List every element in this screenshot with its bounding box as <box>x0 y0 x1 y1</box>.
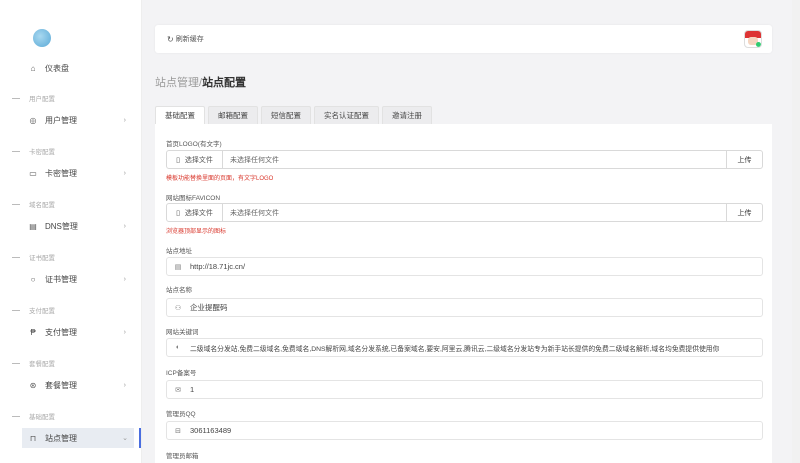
calendar-icon: ▤ <box>29 221 37 231</box>
file-icon: ▯ <box>176 156 180 164</box>
section-card-config: 卡密配置 <box>12 146 55 156</box>
site-name-label: 站点名称 <box>166 287 192 294</box>
sidebar-item-certs[interactable]: ○ 证书管理 › <box>28 269 132 289</box>
circle-icon: ○ <box>30 274 36 284</box>
logo-upload-button[interactable]: 上传 <box>726 151 762 168</box>
sidebar-item-site[interactable]: ⊓ 站点管理 ⌄ <box>22 428 134 448</box>
favicon-file-status: 未选择任何文件 <box>230 209 279 217</box>
chevron-down-icon: ⌄ <box>122 435 128 442</box>
chevron-right-icon: › <box>123 116 126 124</box>
settings-panel: 首页LOGO(有文字) ▯ 选择文件 未选择任何文件 上传 模板功能替换里面的页… <box>155 124 772 463</box>
breadcrumb: 站点管理/站点配置 <box>155 74 246 90</box>
logo-file-input: ▯ 选择文件 未选择任何文件 上传 <box>166 150 763 169</box>
tab-bar: 基础配置 邮箱配置 短信配置 实名认证配置 邀请注册 <box>155 106 435 124</box>
mail-icon: ✉ <box>175 386 181 394</box>
section-cert-config: 证书配置 <box>12 252 55 262</box>
sidebar-item-payments[interactable]: ₱ 支付管理 › <box>28 322 132 342</box>
chevron-right-icon: › <box>123 381 126 389</box>
email-label: 管理员邮箱 <box>166 453 199 460</box>
user-icon: ⚇ <box>174 304 182 312</box>
tab-basic[interactable]: 基础配置 <box>155 106 205 124</box>
sidebar-item-label: 用户管理 <box>45 115 77 125</box>
chevron-right-icon: › <box>123 275 126 283</box>
icp-field[interactable]: ✉ 1 <box>166 380 763 399</box>
sidebar-item-label: 证书管理 <box>45 274 77 284</box>
package-icon: ⊛ <box>29 380 37 390</box>
section-domain-config: 域名配置 <box>12 199 55 209</box>
favicon-label: 网站图标FAVICON <box>166 195 221 202</box>
keywords-label: 网站关键词 <box>166 329 199 336</box>
logo-choose-file-button[interactable]: ▯ 选择文件 <box>167 151 223 168</box>
site-logo <box>33 29 51 47</box>
chevron-right-icon: › <box>123 328 126 336</box>
keyword-icon: ◐ <box>175 344 181 351</box>
favicon-upload-button[interactable]: 上传 <box>726 204 762 221</box>
sidebar-item-cards[interactable]: ▭ 卡密管理 › <box>28 163 132 183</box>
section-pay-config: 支付配置 <box>12 305 55 315</box>
lock-icon: ⊓ <box>29 433 37 443</box>
page-title: 站点配置 <box>202 77 247 89</box>
sidebar-item-dns[interactable]: ▤ DNS管理 › <box>28 216 132 236</box>
favicon-hint: 浏览器顶部显示的图标 <box>166 229 227 235</box>
refresh-icon: ↻ <box>167 34 174 44</box>
top-bar: ↻ 刷新缓存 <box>155 25 772 53</box>
tab-realname[interactable]: 实名认证配置 <box>314 106 379 124</box>
favicon-file-input: ▯ 选择文件 未选择任何文件 上传 <box>166 203 763 222</box>
sidebar-item-dashboard[interactable]: ⌂ 仪表盘 <box>28 58 132 78</box>
sidebar-item-label: 支付管理 <box>45 327 77 337</box>
section-base-config: 基础配置 <box>12 411 55 421</box>
qq-field[interactable]: ⊟ 3061163489 <box>166 421 763 440</box>
sidebar-item-users[interactable]: ◎ 用户管理 › <box>28 110 132 130</box>
scrollbar[interactable] <box>792 0 800 463</box>
site-name-field[interactable]: ⚇ 企业提醒码 <box>166 298 763 317</box>
tab-invite[interactable]: 邀请注册 <box>382 106 432 124</box>
section-package-config: 套餐配置 <box>12 358 55 368</box>
sidebar-item-label: 套餐管理 <box>45 380 77 390</box>
qq-label: 管理员QQ <box>166 411 196 418</box>
tab-email[interactable]: 邮箱配置 <box>208 106 258 124</box>
file-icon: ▯ <box>176 209 180 217</box>
tab-sms[interactable]: 短信配置 <box>261 106 311 124</box>
logo-hint: 模板功能替换里面的页面，有文字LOGO <box>166 176 274 182</box>
sidebar-item-label: 站点管理 <box>45 433 77 443</box>
sidebar-item-packages[interactable]: ⊛ 套餐管理 › <box>28 375 132 395</box>
icp-label: ICP备案号 <box>166 370 197 377</box>
section-user-config: 用户配置 <box>12 93 55 103</box>
home-icon: ⌂ <box>30 63 36 73</box>
phone-icon: ⊟ <box>175 427 181 435</box>
monitor-icon: ▭ <box>29 168 37 178</box>
refresh-label: 刷新缓存 <box>175 36 204 43</box>
chevron-right-icon: › <box>123 169 126 177</box>
favicon-choose-file-button[interactable]: ▯ 选择文件 <box>167 204 223 221</box>
site-url-label: 站点地址 <box>166 248 192 255</box>
keywords-field[interactable]: ◐ 二级域名分发站,免费二级域名,免费域名,DNS解析网,域名分发系统,已备案域… <box>166 338 763 357</box>
sidebar-item-label: 卡密管理 <box>45 168 77 178</box>
breadcrumb-parent[interactable]: 站点管理/ <box>155 77 202 89</box>
chevron-right-icon: › <box>123 222 126 230</box>
sidebar-item-label: 仪表盘 <box>45 63 69 73</box>
paypal-icon: ₱ <box>30 327 36 337</box>
sidebar: ⌂ 仪表盘 用户配置 ◎ 用户管理 › 卡密配置 ▭ 卡密管理 › 域名配置 ▤… <box>0 0 142 463</box>
avatar[interactable] <box>744 30 762 48</box>
link-icon: ▤ <box>174 263 182 271</box>
sidebar-item-label: DNS管理 <box>45 221 78 231</box>
logo-label: 首页LOGO(有文字) <box>166 141 222 148</box>
site-url-field[interactable]: ▤ http://18.71jc.cn/ <box>166 257 763 276</box>
user-icon: ◎ <box>29 115 37 125</box>
active-indicator <box>139 428 141 448</box>
logo-file-status: 未选择任何文件 <box>230 156 279 164</box>
refresh-cache-button[interactable]: ↻ 刷新缓存 <box>167 34 204 44</box>
